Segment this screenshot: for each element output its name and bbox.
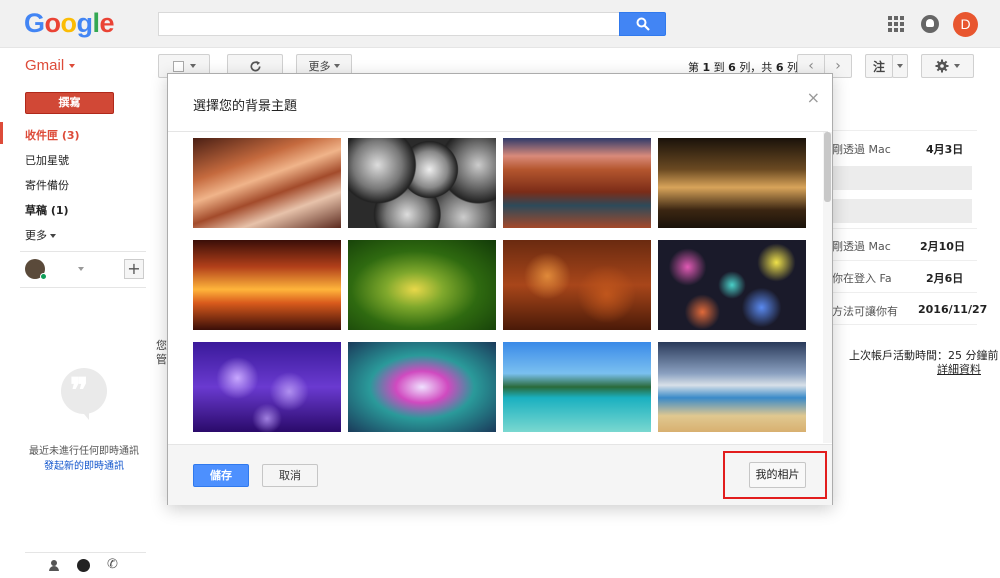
gear-icon: [935, 59, 949, 73]
hangouts-divider: [20, 287, 146, 288]
sidebar-item-more[interactable]: 更多: [25, 227, 56, 243]
theme-thumb-autumn-leaves[interactable]: [503, 240, 651, 330]
mail-row-date: 2月6日: [926, 272, 964, 285]
chevron-down-icon: [897, 64, 903, 68]
storage-fragment: 管: [156, 353, 167, 366]
mail-row-divider: [832, 324, 977, 325]
chevron-down-icon: [50, 234, 56, 238]
search-icon: [636, 17, 650, 31]
mail-row-divider: [832, 228, 977, 229]
theme-thumb-jellyfish[interactable]: [193, 342, 341, 432]
nav-active-indicator: [0, 122, 3, 144]
mail-row-divider: [832, 292, 977, 293]
theme-thumb-chess-pieces[interactable]: [658, 138, 806, 228]
compose-button[interactable]: 撰寫: [25, 92, 114, 114]
activity-details-link[interactable]: 詳細資料: [937, 361, 981, 377]
phone-icon[interactable]: ✆: [107, 557, 118, 572]
my-photos-highlight-box: [723, 451, 827, 499]
mail-row-read[interactable]: [832, 166, 972, 190]
chevron-down-icon: [333, 64, 340, 68]
mail-row-snippet[interactable]: 剛透過 Mac: [832, 141, 891, 157]
chevron-left-icon: ‹: [808, 58, 814, 74]
refresh-icon: [250, 60, 261, 71]
mail-row-snippet[interactable]: 方法可讓你有: [832, 303, 898, 319]
theme-thumb-caterpillar[interactable]: [348, 240, 496, 330]
notifications-icon[interactable]: [921, 15, 939, 33]
new-chat-plus-button[interactable]: +: [124, 259, 144, 279]
mail-row-divider: [832, 260, 977, 261]
hangouts-icon[interactable]: [77, 559, 90, 572]
contacts-icon[interactable]: [49, 560, 59, 571]
input-tools-dropdown[interactable]: [892, 54, 908, 78]
save-button[interactable]: 儲存: [193, 464, 249, 487]
mail-row-date: 2月10日: [920, 240, 965, 253]
mail-row-divider: [832, 130, 977, 131]
mail-row-date: 2016/11/27: [918, 303, 988, 316]
theme-thumb-beach[interactable]: [658, 342, 806, 432]
search-input[interactable]: [158, 12, 620, 36]
start-chat-link[interactable]: 發起新的即時通訊: [0, 457, 168, 472]
account-avatar[interactable]: D: [953, 12, 978, 37]
theme-grid: [168, 131, 828, 444]
theme-thumb-river-canyon[interactable]: [503, 138, 651, 228]
sidebar-item-drafts[interactable]: 草稿 (1): [25, 202, 69, 218]
theme-thumb-canyon-waves[interactable]: [193, 138, 341, 228]
hangouts-bottom-bar: ✆: [25, 552, 146, 578]
theme-grid-scroll-thumb[interactable]: [824, 132, 831, 202]
apps-grid-icon[interactable]: [888, 16, 904, 32]
mail-row-date: 4月3日: [926, 143, 964, 156]
mail-row-snippet[interactable]: 剛透過 Mac: [832, 238, 891, 254]
chevron-down-icon: [954, 64, 960, 68]
google-logo[interactable]: Google: [24, 8, 115, 39]
mail-row-snippet[interactable]: 你在登入 Fa: [832, 270, 892, 286]
input-tools-label: 注: [872, 59, 885, 74]
theme-picker-dialog: 選擇您的背景主題 × 儲存 取消 我的相片: [167, 73, 833, 505]
mail-row-read[interactable]: [832, 199, 972, 223]
dialog-title: 選擇您的背景主題: [193, 99, 298, 114]
quote-icon: ❞: [70, 371, 89, 411]
sidebar-item-inbox[interactable]: 收件匣 (3): [25, 127, 80, 143]
chevron-down-icon: [189, 64, 196, 68]
top-bar: Google D: [0, 0, 1000, 48]
input-tools-button[interactable]: 注: [865, 54, 893, 78]
sidebar-item-sent[interactable]: 寄件備份: [25, 177, 69, 193]
settings-button[interactable]: [921, 54, 974, 78]
theme-thumb-tropical-lake[interactable]: [503, 342, 651, 432]
hangouts-status-caret-icon[interactable]: [78, 267, 84, 271]
theme-thumb-slot-canyon[interactable]: [193, 240, 341, 330]
nav-divider: [20, 251, 146, 252]
close-icon[interactable]: ×: [807, 88, 820, 107]
search-button[interactable]: [619, 12, 666, 36]
online-status-dot: [40, 273, 47, 280]
sidebar-item-starred[interactable]: 已加星號: [25, 152, 69, 168]
cancel-button[interactable]: 取消: [262, 464, 318, 487]
theme-thumb-colorful-water[interactable]: [348, 342, 496, 432]
chat-empty-text: 最近未進行任何即時通訊: [29, 446, 139, 457]
more-actions-label: 更多: [308, 60, 331, 73]
gmail-menu[interactable]: Gmail: [25, 57, 75, 74]
theme-thumb-metal-pipes[interactable]: [348, 138, 496, 228]
chevron-right-icon: ›: [835, 58, 841, 74]
theme-thumb-bokeh-lights[interactable]: [658, 240, 806, 330]
checkbox-icon: [172, 60, 184, 72]
